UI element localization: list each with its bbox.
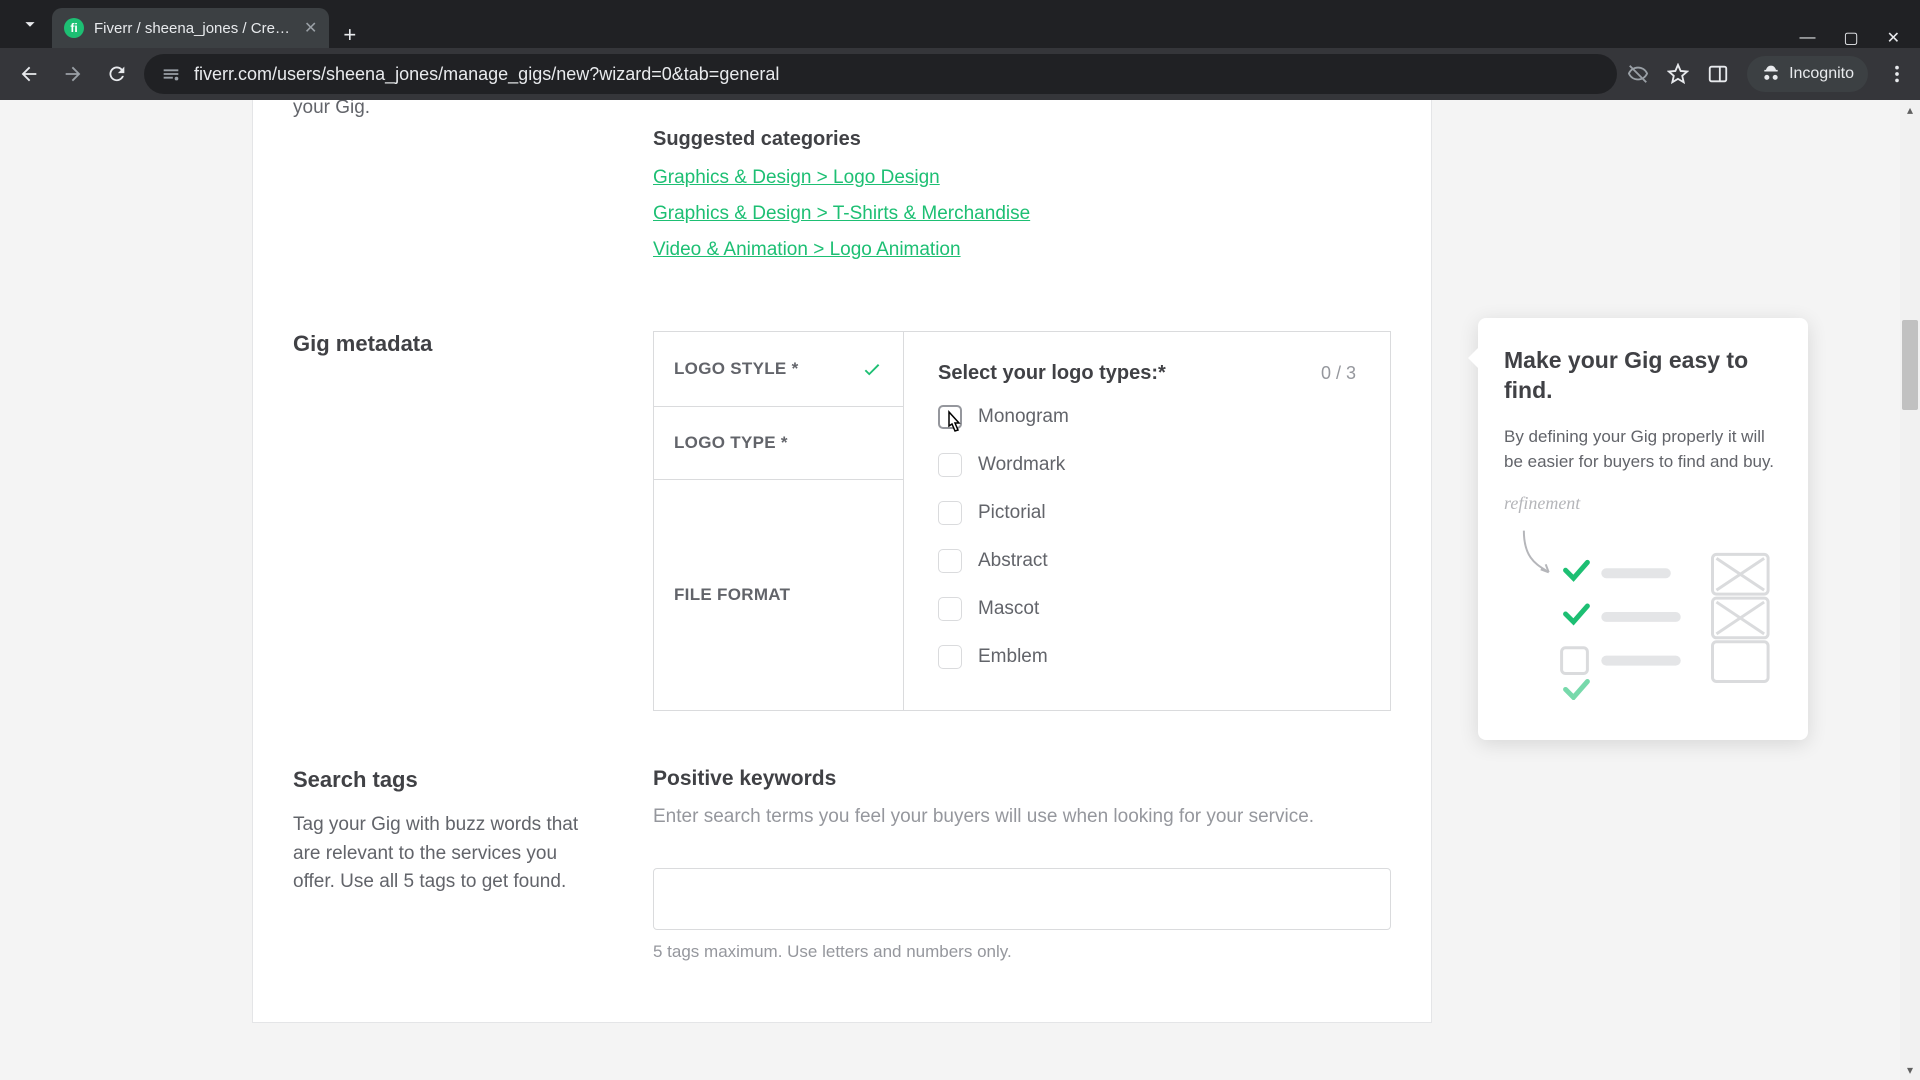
tab-label: LOGO STYLE * — [674, 359, 799, 379]
metadata-detail-panel: Select your logo types:* 0 / 3 Monogram … — [904, 332, 1390, 710]
site-settings-icon — [160, 63, 182, 85]
tab-strip: fi Fiverr / sheena_jones / Create a ✕ + … — [0, 0, 1920, 48]
gig-metadata-title: Gig metadata — [293, 331, 593, 357]
incognito-icon — [1761, 64, 1781, 84]
kebab-menu-icon[interactable] — [1886, 63, 1908, 85]
positive-keywords-desc: Enter search terms you feel your buyers … — [653, 803, 1391, 832]
suggested-link-logo-design[interactable]: Graphics & Design > Logo Design — [653, 167, 1391, 189]
window-controls: ― ▢ ✕ — [1799, 28, 1920, 48]
suggested-link-tshirts[interactable]: Graphics & Design > T-Shirts & Merchandi… — [653, 203, 1391, 225]
option-monogram[interactable]: Monogram — [938, 405, 1356, 429]
positive-keywords-label: Positive keywords — [653, 767, 1391, 791]
previous-section-text: your Gig. — [293, 100, 593, 123]
scrollbar[interactable]: ▴ ▾ — [1900, 100, 1920, 1080]
tabs-dropdown-button[interactable] — [12, 6, 48, 42]
checkbox-icon — [938, 501, 962, 525]
option-mascot[interactable]: Mascot — [938, 597, 1356, 621]
option-emblem[interactable]: Emblem — [938, 645, 1356, 669]
scroll-up-icon[interactable]: ▴ — [1900, 100, 1920, 120]
metadata-box: LOGO STYLE * LOGO TYPE * FILE FORMAT Sel… — [653, 331, 1391, 711]
scroll-down-icon[interactable]: ▾ — [1900, 1060, 1920, 1080]
browser-chrome: fi Fiverr / sheena_jones / Create a ✕ + … — [0, 0, 1920, 100]
search-tags-desc: Tag your Gig with buzz words that are re… — [293, 811, 593, 897]
url-text: fiverr.com/users/sheena_jones/manage_gig… — [194, 64, 779, 85]
tab-logo-type[interactable]: LOGO TYPE * — [654, 407, 903, 480]
option-label: Monogram — [978, 406, 1069, 428]
illustration-icon — [1504, 520, 1782, 700]
option-wordmark[interactable]: Wordmark — [938, 453, 1356, 477]
forward-button[interactable] — [56, 57, 90, 91]
tab-title: Fiverr / sheena_jones / Create a — [94, 20, 294, 37]
search-tags-input[interactable] — [653, 868, 1391, 930]
search-tags-title: Search tags — [293, 767, 593, 793]
option-label: Mascot — [978, 598, 1039, 620]
option-abstract[interactable]: Abstract — [938, 549, 1356, 573]
suggested-link-logo-animation[interactable]: Video & Animation > Logo Animation — [653, 239, 1391, 261]
option-label: Emblem — [978, 646, 1048, 668]
new-tab-button[interactable]: + — [329, 22, 370, 48]
tab-label: LOGO TYPE * — [674, 433, 788, 453]
checkbox-icon — [938, 645, 962, 669]
metadata-tabs: LOGO STYLE * LOGO TYPE * FILE FORMAT — [654, 332, 904, 710]
suggested-heading: Suggested categories — [653, 128, 1391, 151]
refinement-label: refinement — [1504, 493, 1580, 513]
browser-tab[interactable]: fi Fiverr / sheena_jones / Create a ✕ — [52, 8, 329, 48]
tip-illustration: refinement — [1504, 493, 1782, 700]
checkbox-icon — [938, 405, 962, 429]
checkbox-icon — [938, 549, 962, 573]
tab-logo-style[interactable]: LOGO STYLE * — [654, 332, 903, 407]
minimize-button[interactable]: ― — [1799, 29, 1815, 47]
back-button[interactable] — [12, 57, 46, 91]
option-label: Abstract — [978, 550, 1048, 572]
gig-form-card: your Gig. Suggested categories Graphics … — [252, 100, 1432, 1023]
scrollbar-thumb[interactable] — [1902, 320, 1918, 410]
tip-desc: By defining your Gig properly it will be… — [1504, 424, 1782, 475]
arrow-left-icon — [18, 63, 40, 85]
option-label: Wordmark — [978, 454, 1065, 476]
eye-off-icon[interactable] — [1627, 63, 1649, 85]
tab-label: FILE FORMAT — [674, 585, 790, 605]
page-viewport: your Gig. Suggested categories Graphics … — [0, 100, 1920, 1080]
option-pictorial[interactable]: Pictorial — [938, 501, 1356, 525]
reload-icon — [106, 63, 128, 85]
metadata-selection-count: 0 / 3 — [1321, 363, 1356, 384]
incognito-label: Incognito — [1789, 65, 1854, 83]
incognito-chip[interactable]: Incognito — [1747, 56, 1868, 92]
close-tab-button[interactable]: ✕ — [304, 18, 317, 38]
checkbox-icon — [938, 453, 962, 477]
checkmark-icon — [861, 358, 883, 380]
metadata-detail-title: Select your logo types:* — [938, 362, 1166, 385]
search-tags-hint: 5 tags maximum. Use letters and numbers … — [653, 942, 1391, 962]
checkbox-icon — [938, 597, 962, 621]
tip-card: Make your Gig easy to find. By defining … — [1478, 318, 1808, 740]
arrow-right-icon — [62, 63, 84, 85]
url-input[interactable]: fiverr.com/users/sheena_jones/manage_gig… — [144, 54, 1617, 94]
fiverr-favicon: fi — [64, 18, 84, 38]
address-bar: fiverr.com/users/sheena_jones/manage_gig… — [0, 48, 1920, 100]
logo-type-options: Monogram Wordmark Pictorial — [938, 405, 1356, 669]
tip-title: Make your Gig easy to find. — [1504, 346, 1782, 406]
maximize-button[interactable]: ▢ — [1843, 28, 1858, 48]
chevron-down-icon — [19, 13, 41, 35]
panel-icon[interactable] — [1707, 63, 1729, 85]
reload-button[interactable] — [100, 57, 134, 91]
close-window-button[interactable]: ✕ — [1887, 28, 1900, 48]
bookmark-star-icon[interactable] — [1667, 63, 1689, 85]
option-label: Pictorial — [978, 502, 1046, 524]
tab-file-format[interactable]: FILE FORMAT — [654, 480, 903, 710]
